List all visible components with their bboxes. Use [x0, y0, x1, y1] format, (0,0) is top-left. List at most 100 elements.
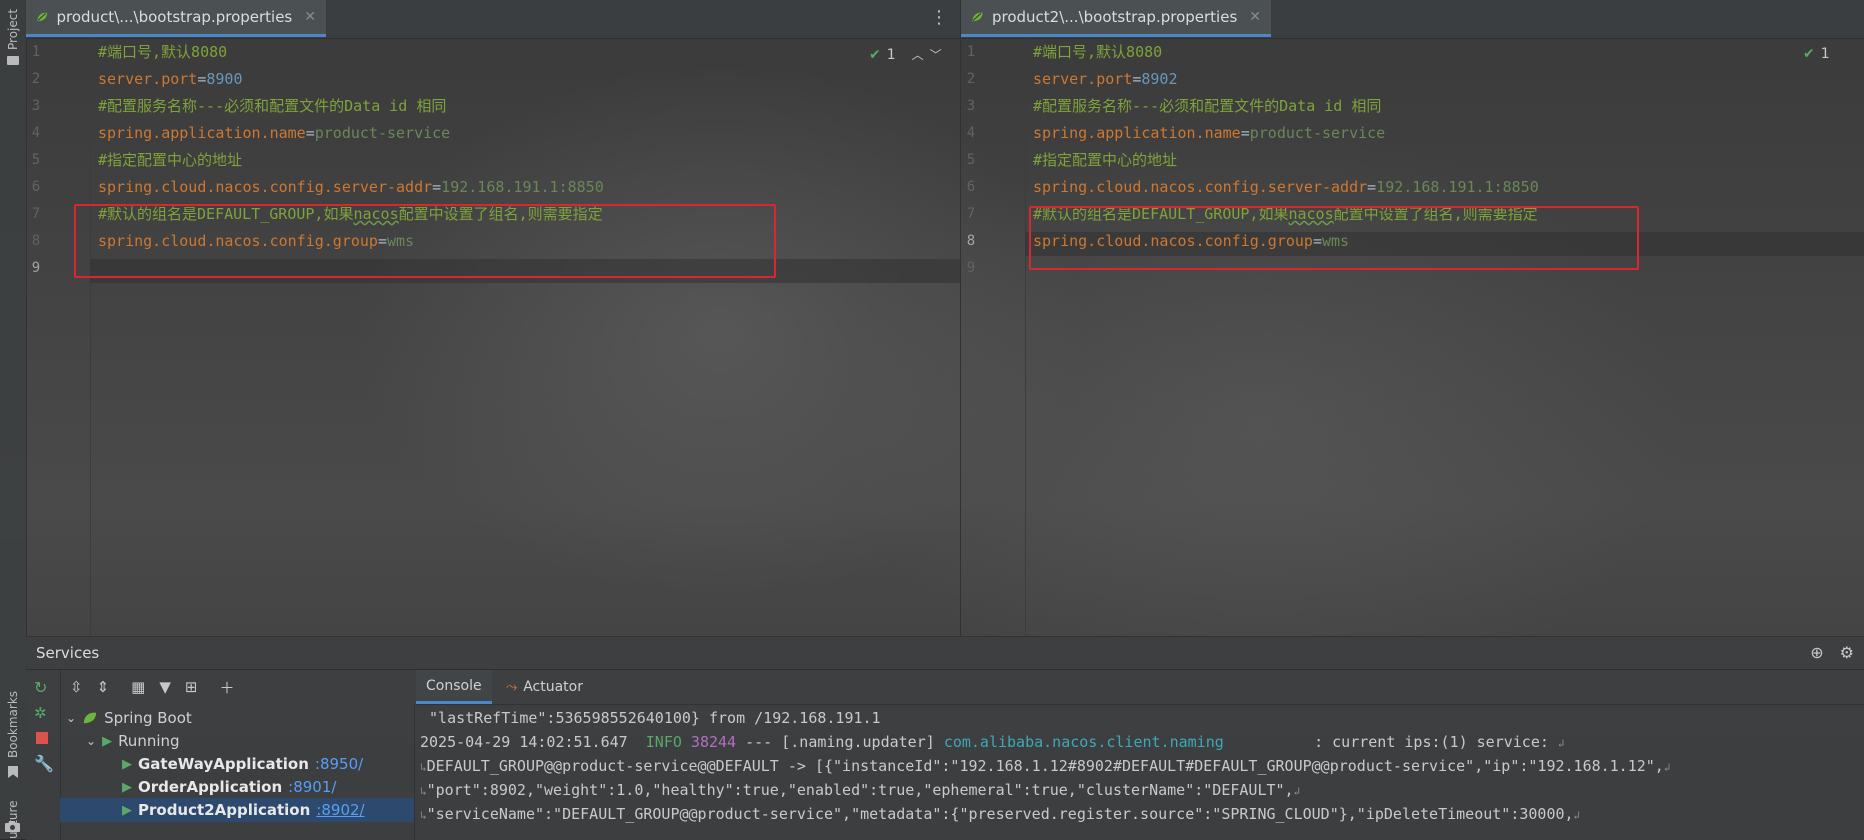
project-tool-button[interactable]: Project	[6, 9, 20, 50]
tree-node-spring-boot[interactable]: ⌄ Spring Boot	[66, 706, 192, 730]
chevron-up-icon[interactable]: ︿	[912, 46, 924, 63]
line-number: 7	[966, 206, 976, 222]
tab-title: product2\...\bootstrap.properties	[991, 8, 1238, 26]
code-line-5[interactable]: #指定配置中心的地址	[98, 149, 242, 171]
line-number: 9	[966, 260, 976, 276]
code-line-3[interactable]: #配置服务名称---必须和配置文件的Data id 相同	[1033, 95, 1381, 117]
services-tree: ⌄ Spring Boot ⌄ ▶ Running ▶ GateWayAppli…	[60, 704, 415, 840]
inspection-widget[interactable]: ✔ 1 ︿ ﹀	[869, 46, 942, 63]
tree-node-product2[interactable]: ▶ Product2Application :8902/	[60, 798, 414, 822]
soft-wrap-icon: ↳	[420, 761, 427, 774]
debug-icon[interactable]: ✲	[34, 704, 47, 722]
soft-wrap-icon: ↳	[420, 785, 427, 798]
gear-icon[interactable]: ⚙	[1840, 643, 1854, 662]
tab-console[interactable]: Console	[416, 670, 492, 704]
line-number: 1	[31, 44, 41, 60]
line-number: 7	[31, 206, 41, 222]
camera-icon[interactable]	[4, 818, 21, 832]
red-annotation-box	[1029, 206, 1639, 270]
code-line-4[interactable]: spring.application.name=product-service	[98, 122, 450, 144]
line-number: 6	[31, 179, 41, 195]
stop-icon[interactable]	[36, 732, 48, 744]
app-port-link[interactable]: :8902/	[316, 801, 364, 819]
soft-wrap-icon: ↲	[1557, 737, 1565, 750]
actuator-icon: ⤳	[506, 679, 518, 695]
left-editor-pane: product\...\bootstrap.properties ✕ ⋮ ✔ 1…	[26, 0, 960, 636]
inspection-widget[interactable]: ✔ 1	[1803, 46, 1830, 62]
soft-wrap-icon: ↲	[1293, 785, 1301, 798]
services-header: Services ⊕ ⚙	[26, 637, 1864, 670]
bookmarks-tool-button[interactable]: Bookmarks	[6, 691, 20, 758]
app-name: OrderApplication	[138, 778, 283, 796]
services-tree-toolbar: ⇳ ⇕ ▦ ▼ ⊞ ＋	[26, 670, 414, 704]
line-number: 5	[966, 152, 976, 168]
code-line-2[interactable]: server.port=8902	[1033, 68, 1178, 90]
close-icon[interactable]: ✕	[1249, 9, 1261, 25]
app-port-link[interactable]: :8950/	[315, 755, 363, 773]
left-editor-tabbar: product\...\bootstrap.properties ✕ ⋮	[26, 0, 960, 39]
tab-label: Console	[426, 677, 482, 694]
new-tab-icon[interactable]: ⊞	[185, 678, 198, 696]
chevron-down-icon[interactable]: ⌄	[66, 711, 76, 725]
tab-label: Actuator	[523, 679, 583, 695]
run-icon: ▶	[122, 779, 132, 795]
spring-leaf-icon	[972, 12, 983, 22]
code-line-4[interactable]: spring.application.name=product-service	[1033, 122, 1385, 144]
bookmark-icon	[8, 766, 18, 778]
line-number-gutter: 1 2 3 4 5 6 7 8 9	[26, 38, 91, 636]
line-number: 3	[31, 98, 41, 114]
code-line-6[interactable]: spring.cloud.nacos.config.server-addr=19…	[1033, 176, 1539, 198]
services-panel: Services ⊕ ⚙ ↻ ✲ 🔧 ⇳ ⇕ ▦ ▼ ⊞ ＋ ⌄ Spring …	[26, 636, 1864, 840]
console-line: ↳"serviceName":"DEFAULT_GROUP@@product-s…	[420, 805, 1581, 823]
red-annotation-box	[74, 204, 776, 278]
chevron-down-icon[interactable]: ⌄	[86, 734, 96, 748]
code-line-1[interactable]: #端口号,默认8080	[1033, 41, 1162, 63]
line-number: 2	[966, 71, 976, 87]
line-number: 8	[966, 233, 976, 249]
app-port-link[interactable]: :8901/	[288, 778, 336, 796]
tree-node-running[interactable]: ⌄ ▶ Running	[86, 729, 180, 753]
run-icon: ▶	[122, 802, 132, 818]
code-line-3[interactable]: #配置服务名称---必须和配置文件的Data id 相同	[98, 95, 446, 117]
add-service-icon[interactable]: ＋	[219, 677, 234, 698]
line-number: 4	[966, 125, 976, 141]
app-name: Product2Application	[138, 801, 311, 819]
code-line-1[interactable]: #端口号,默认8080	[98, 41, 227, 63]
code-line-2[interactable]: server.port=8900	[98, 68, 243, 90]
tab-product2-bootstrap[interactable]: product2\...\bootstrap.properties ✕	[961, 0, 1271, 37]
tab-actuator[interactable]: ⤳ Actuator	[496, 670, 593, 704]
line-number: 4	[31, 125, 41, 141]
checkmark-icon: ✔	[869, 46, 881, 63]
console-output[interactable]: "lastRefTime":536598552640100} from /192…	[416, 705, 1864, 840]
collapse-all-icon[interactable]: ⇕	[97, 678, 110, 696]
tab-title: product\...\bootstrap.properties	[56, 8, 293, 26]
group-by-icon[interactable]: ▦	[131, 678, 145, 696]
spring-leaf-icon	[37, 12, 48, 22]
console-line: ↳"port":8902,"weight":1.0,"healthy":true…	[420, 781, 1301, 799]
tree-node-gateway[interactable]: ▶ GateWayApplication :8950/	[122, 752, 363, 776]
inspection-count: 1	[886, 46, 896, 63]
target-icon[interactable]: ⊕	[1810, 643, 1823, 662]
inspection-count: 1	[1820, 46, 1830, 62]
expand-all-icon[interactable]: ⇳	[70, 678, 83, 696]
spring-boot-icon	[83, 712, 97, 724]
tab-product-bootstrap[interactable]: product\...\bootstrap.properties ✕	[26, 0, 326, 37]
filter-icon[interactable]: ▼	[159, 678, 171, 696]
console-line: "lastRefTime":536598552640100} from /192…	[420, 709, 881, 727]
close-icon[interactable]: ✕	[304, 9, 316, 25]
app-name: GateWayApplication	[138, 755, 309, 773]
tree-node-order[interactable]: ▶ OrderApplication :8901/	[122, 775, 336, 799]
code-line-5[interactable]: #指定配置中心的地址	[1033, 149, 1177, 171]
wrench-icon[interactable]: 🔧	[34, 754, 54, 773]
chevron-down-icon[interactable]: ﹀	[930, 46, 942, 63]
more-actions-icon[interactable]: ⋮	[930, 9, 948, 27]
line-number: 3	[966, 98, 976, 114]
line-number: 5	[31, 152, 41, 168]
run-icon: ▶	[102, 733, 113, 749]
code-line-6[interactable]: spring.cloud.nacos.config.server-addr=19…	[98, 176, 604, 198]
soft-wrap-icon: ↲	[1663, 761, 1671, 774]
services-header-actions: ⊕ ⚙	[1810, 643, 1854, 662]
line-number: 2	[31, 71, 41, 87]
services-title: Services	[36, 644, 100, 662]
soft-wrap-icon: ↲	[1573, 809, 1581, 822]
